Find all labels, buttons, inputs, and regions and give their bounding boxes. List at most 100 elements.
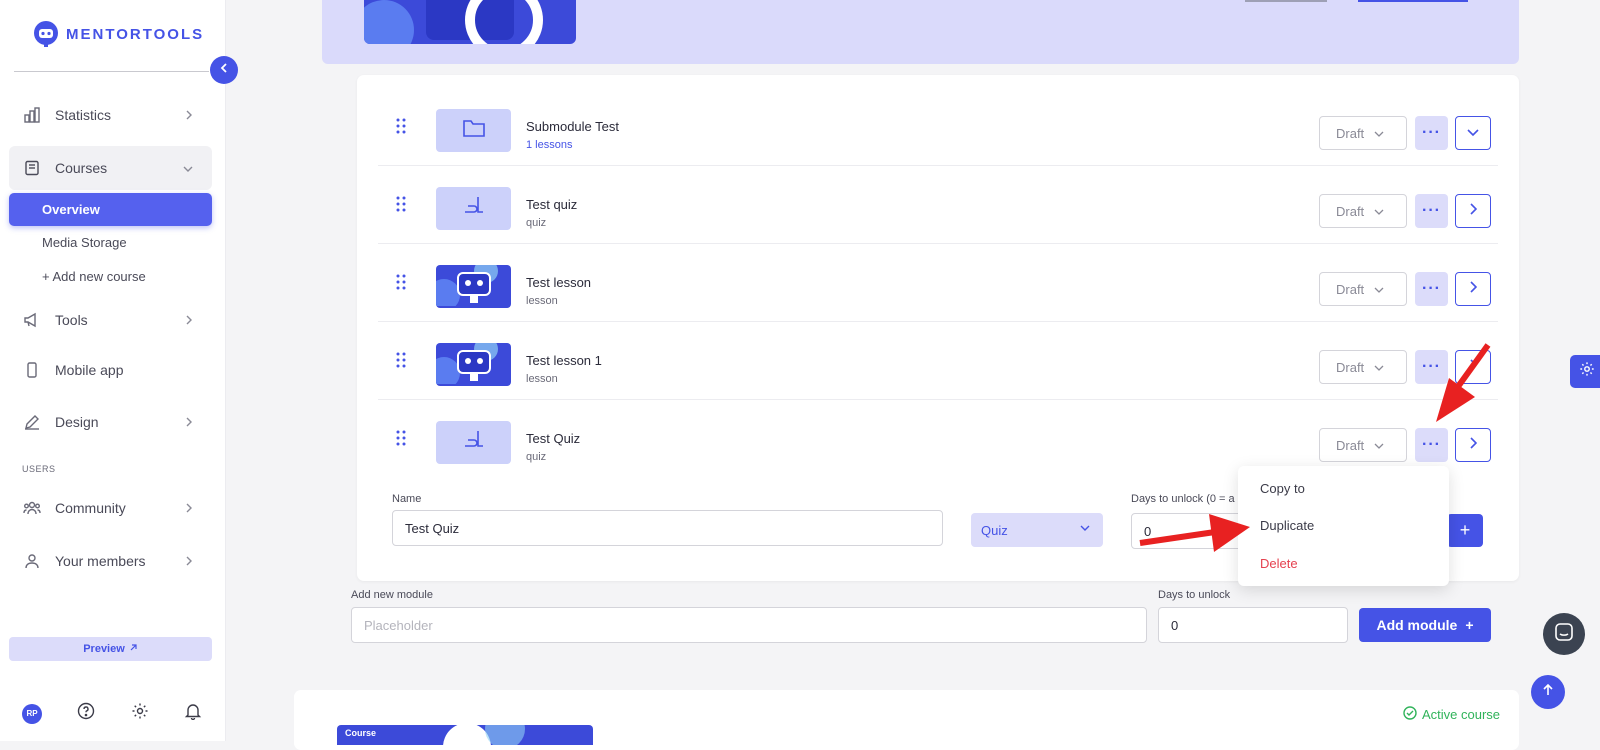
chevron-right-icon bbox=[1469, 202, 1478, 220]
preview-button[interactable]: Preview bbox=[9, 637, 212, 661]
context-menu: Copy to Duplicate Delete bbox=[1238, 466, 1449, 586]
external-link-icon bbox=[129, 643, 138, 655]
chevron-right-icon bbox=[1469, 436, 1478, 454]
sidebar-footer: RP bbox=[22, 702, 202, 725]
phone-icon bbox=[23, 361, 41, 379]
more-options-button[interactable]: ··· bbox=[1415, 428, 1448, 462]
drag-handle-icon[interactable] bbox=[396, 430, 406, 451]
collapse-sidebar-button[interactable] bbox=[210, 56, 238, 84]
lesson-row[interactable]: Test lesson lesson Draft ··· bbox=[378, 244, 1498, 322]
open-button[interactable] bbox=[1455, 194, 1491, 228]
sidebar-item-community[interactable]: Community bbox=[9, 486, 212, 530]
lesson-title: Submodule Test bbox=[526, 119, 619, 134]
lesson-type: lesson bbox=[526, 373, 558, 385]
chevron-right-icon bbox=[1469, 358, 1478, 376]
gear-icon bbox=[1579, 361, 1595, 382]
settings-tab[interactable] bbox=[1570, 355, 1600, 388]
status-value: Draft bbox=[1336, 359, 1365, 375]
chevron-right-icon bbox=[184, 554, 194, 570]
drag-handle-icon[interactable] bbox=[396, 274, 406, 295]
status-select[interactable]: Draft bbox=[1319, 272, 1407, 306]
arrow-up-icon bbox=[1541, 683, 1555, 702]
header-divider bbox=[1358, 0, 1468, 2]
drag-handle-icon[interactable] bbox=[396, 196, 406, 217]
name-input[interactable]: Test Quiz bbox=[392, 510, 943, 546]
lesson-row[interactable]: Submodule Test 1 lessons Draft ··· bbox=[378, 88, 1498, 166]
status-select[interactable]: Draft bbox=[1319, 350, 1407, 384]
ellipsis-icon: ··· bbox=[1422, 280, 1441, 297]
quiz-thumbnail bbox=[436, 187, 511, 230]
days-to-unlock-label: Days to unlock bbox=[1158, 589, 1231, 601]
drag-handle-icon[interactable] bbox=[396, 118, 406, 139]
more-options-button[interactable]: ··· bbox=[1415, 350, 1448, 384]
add-module-button[interactable]: Add module + bbox=[1359, 608, 1491, 642]
course-tag: Course bbox=[345, 728, 377, 738]
quiz-icon bbox=[462, 195, 486, 222]
sidebar-subitem-overview[interactable]: Overview bbox=[9, 193, 212, 226]
sidebar-item-your-members[interactable]: Your members bbox=[9, 539, 212, 583]
more-options-button[interactable]: ··· bbox=[1415, 194, 1448, 228]
folder-thumbnail bbox=[436, 109, 511, 152]
days-to-unlock-input[interactable]: 0 bbox=[1131, 513, 1241, 549]
check-circle-icon bbox=[1403, 706, 1417, 723]
sidebar-item-tools[interactable]: Tools bbox=[9, 298, 212, 342]
chevron-right-icon bbox=[184, 501, 194, 517]
status-select[interactable]: Draft bbox=[1319, 194, 1407, 228]
new-module-days-input[interactable]: 0 bbox=[1158, 607, 1348, 643]
chevron-down-icon bbox=[1374, 438, 1384, 453]
new-module-label: Add new module bbox=[351, 589, 433, 601]
open-button[interactable] bbox=[1455, 428, 1491, 462]
quiz-thumbnail bbox=[436, 421, 511, 464]
status-select[interactable]: Draft bbox=[1319, 428, 1407, 462]
chevron-down-icon bbox=[1079, 522, 1091, 537]
avatar[interactable]: RP bbox=[22, 703, 42, 724]
scroll-top-button[interactable] bbox=[1531, 675, 1565, 709]
drag-handle-icon[interactable] bbox=[396, 352, 406, 373]
sidebar-item-label: Your members bbox=[55, 553, 146, 569]
sidebar-item-courses[interactable]: Courses bbox=[9, 146, 212, 190]
sidebar-item-mobile-app[interactable]: Mobile app bbox=[9, 348, 212, 392]
more-options-button[interactable]: ··· bbox=[1415, 272, 1448, 306]
type-value: Quiz bbox=[981, 522, 1008, 538]
menu-item-copy-to[interactable]: Copy to bbox=[1260, 481, 1305, 496]
open-button[interactable] bbox=[1455, 272, 1491, 306]
add-module-label: Add module bbox=[1376, 617, 1458, 633]
brand-logo[interactable]: MENTORTOOLS bbox=[32, 20, 204, 48]
sidebar-item-label: Courses bbox=[55, 160, 108, 176]
open-button[interactable] bbox=[1455, 350, 1491, 384]
expand-button[interactable] bbox=[1455, 116, 1491, 150]
chat-icon bbox=[1554, 622, 1574, 647]
menu-item-duplicate[interactable]: Duplicate bbox=[1260, 518, 1314, 533]
add-lesson-button[interactable]: + bbox=[1447, 514, 1483, 547]
new-module-input[interactable]: Placeholder bbox=[351, 607, 1147, 643]
sidebar-item-label: Tools bbox=[55, 312, 88, 328]
preview-label: Preview bbox=[83, 643, 125, 655]
people-icon bbox=[23, 499, 41, 517]
type-select[interactable]: Quiz bbox=[971, 513, 1103, 547]
menu-item-delete[interactable]: Delete bbox=[1260, 556, 1298, 571]
brand-name: MENTORTOOLS bbox=[66, 25, 205, 43]
lesson-row[interactable]: Test lesson 1 lesson Draft ··· bbox=[378, 322, 1498, 400]
lesson-type: quiz bbox=[526, 451, 547, 463]
status-badge: Active course bbox=[1403, 706, 1500, 723]
divider bbox=[14, 71, 209, 72]
chevron-right-icon bbox=[184, 415, 194, 431]
sidebar-item-label: Statistics bbox=[55, 107, 112, 123]
sidebar-subitem-media-storage[interactable]: Media Storage bbox=[9, 226, 212, 259]
sidebar-subitem-add-course[interactable]: + Add new course bbox=[9, 260, 212, 293]
more-options-button[interactable]: ··· bbox=[1415, 116, 1448, 150]
sidebar-item-design[interactable]: Design bbox=[9, 400, 212, 444]
gear-icon[interactable] bbox=[131, 702, 149, 725]
chat-button[interactable] bbox=[1543, 613, 1585, 655]
chevron-right-icon bbox=[1469, 280, 1478, 298]
sidebar-item-statistics[interactable]: Statistics bbox=[9, 93, 212, 137]
section-label-users: USERS bbox=[22, 464, 56, 474]
lesson-count-link[interactable]: 1 lessons bbox=[526, 139, 572, 151]
sidebar: MENTORTOOLS Statistics Courses Overview … bbox=[0, 0, 226, 741]
lesson-row[interactable]: Test quiz quiz Draft ··· bbox=[378, 166, 1498, 244]
help-icon[interactable] bbox=[77, 702, 95, 725]
lesson-title: Test quiz bbox=[526, 197, 578, 212]
bell-icon[interactable] bbox=[184, 702, 202, 725]
chevron-down-icon bbox=[1374, 204, 1384, 219]
status-select[interactable]: Draft bbox=[1319, 116, 1407, 150]
